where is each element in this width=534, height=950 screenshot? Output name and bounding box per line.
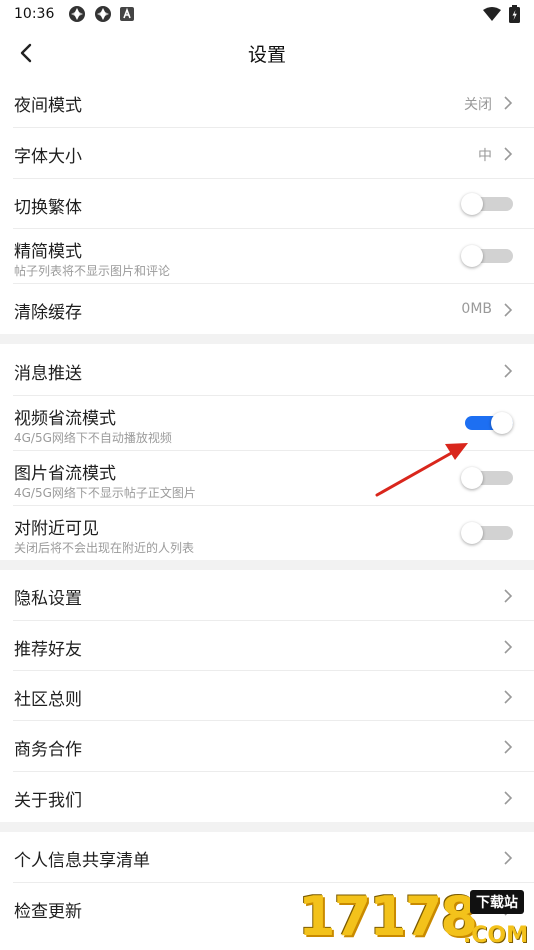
setting-label: 隐私设置 bbox=[14, 589, 82, 609]
chevron-left-icon bbox=[20, 43, 32, 63]
nearby-toggle[interactable] bbox=[461, 522, 513, 544]
page-title: 设置 bbox=[247, 43, 286, 66]
status-time: 10:36 bbox=[14, 6, 55, 22]
back-button[interactable] bbox=[14, 40, 38, 66]
chevron-right-icon bbox=[504, 851, 513, 865]
chevron-right-icon bbox=[504, 96, 513, 110]
setting-description: 关闭后将不会出现在附近的人列表 bbox=[14, 541, 195, 555]
setting-image-saver: 图片省流模式 4G/5G网络下不显示帖子正文图片 bbox=[0, 451, 534, 506]
setting-clear-cache[interactable]: 清除缓存 0MB bbox=[0, 284, 534, 334]
setting-label: 精简模式 bbox=[14, 242, 82, 262]
setting-label: 清除缓存 bbox=[14, 303, 82, 323]
setting-label: 夜间模式 bbox=[14, 96, 82, 116]
setting-value: 中 bbox=[478, 148, 492, 164]
section-divider bbox=[0, 334, 534, 344]
setting-video-saver: 视频省流模式 4G/5G网络下不自动播放视频 bbox=[0, 396, 534, 451]
chevron-right-icon bbox=[504, 740, 513, 754]
chevron-right-icon bbox=[504, 640, 513, 654]
battery-icon bbox=[509, 5, 520, 23]
app-a-icon bbox=[120, 7, 135, 21]
wifi-icon bbox=[483, 7, 501, 21]
setting-label: 视频省流模式 bbox=[14, 409, 116, 429]
setting-push[interactable]: 消息推送 bbox=[0, 344, 534, 396]
setting-description: 4G/5G网络下不显示帖子正文图片 bbox=[14, 486, 196, 500]
watermark-logo: 17178 下载站 .COM bbox=[298, 885, 528, 950]
watermark-badge: 下载站 bbox=[470, 890, 524, 914]
setting-label: 消息推送 bbox=[14, 364, 82, 384]
section-divider bbox=[0, 822, 534, 832]
setting-description: 4G/5G网络下不自动播放视频 bbox=[14, 431, 172, 445]
setting-label: 社区总则 bbox=[14, 690, 82, 710]
setting-privacy[interactable]: 隐私设置 bbox=[0, 570, 534, 621]
watermark-domain: .COM bbox=[462, 923, 528, 948]
chevron-right-icon bbox=[504, 147, 513, 161]
chevron-right-icon bbox=[504, 589, 513, 603]
setting-value: 关闭 bbox=[464, 97, 492, 113]
setting-value: 0MB bbox=[461, 301, 492, 317]
setting-font-size[interactable]: 字体大小 中 bbox=[0, 128, 534, 179]
setting-about[interactable]: 关于我们 bbox=[0, 772, 534, 822]
lite-mode-toggle[interactable] bbox=[461, 245, 513, 267]
setting-nearby: 对附近可见 关闭后将不会出现在附近的人列表 bbox=[0, 506, 534, 560]
app-notification-icon bbox=[95, 6, 112, 22]
setting-label: 商务合作 bbox=[14, 740, 82, 760]
chevron-right-icon bbox=[504, 364, 513, 378]
watermark-number: 17178 bbox=[298, 885, 478, 948]
setting-lite-mode: 精简模式 帖子列表将不显示图片和评论 bbox=[0, 229, 534, 284]
setting-label: 图片省流模式 bbox=[14, 464, 116, 484]
chevron-right-icon bbox=[504, 791, 513, 805]
setting-label: 切换繁体 bbox=[14, 198, 82, 218]
setting-recommend[interactable]: 推荐好友 bbox=[0, 621, 534, 671]
setting-label: 对附近可见 bbox=[14, 519, 99, 539]
setting-label: 个人信息共享清单 bbox=[14, 851, 150, 871]
setting-description: 帖子列表将不显示图片和评论 bbox=[14, 264, 171, 278]
setting-share-list[interactable]: 个人信息共享清单 bbox=[0, 832, 534, 883]
app-notification-icon bbox=[69, 6, 86, 22]
nav-bar: 设置 bbox=[0, 28, 534, 78]
setting-traditional: 切换繁体 bbox=[0, 179, 534, 229]
setting-label: 推荐好友 bbox=[14, 640, 82, 660]
traditional-toggle[interactable] bbox=[461, 193, 513, 215]
setting-label: 字体大小 bbox=[14, 147, 82, 167]
section-divider bbox=[0, 560, 534, 570]
setting-label: 关于我们 bbox=[14, 791, 82, 811]
setting-business[interactable]: 商务合作 bbox=[0, 721, 534, 772]
chevron-right-icon bbox=[504, 303, 513, 317]
status-bar: 10:36 bbox=[0, 0, 534, 28]
chevron-right-icon bbox=[504, 690, 513, 704]
setting-rules[interactable]: 社区总则 bbox=[0, 671, 534, 721]
image-saver-toggle[interactable] bbox=[461, 467, 513, 489]
setting-night-mode[interactable]: 夜间模式 关闭 bbox=[0, 78, 534, 128]
setting-label: 检查更新 bbox=[14, 902, 82, 922]
video-saver-toggle[interactable] bbox=[461, 412, 513, 434]
